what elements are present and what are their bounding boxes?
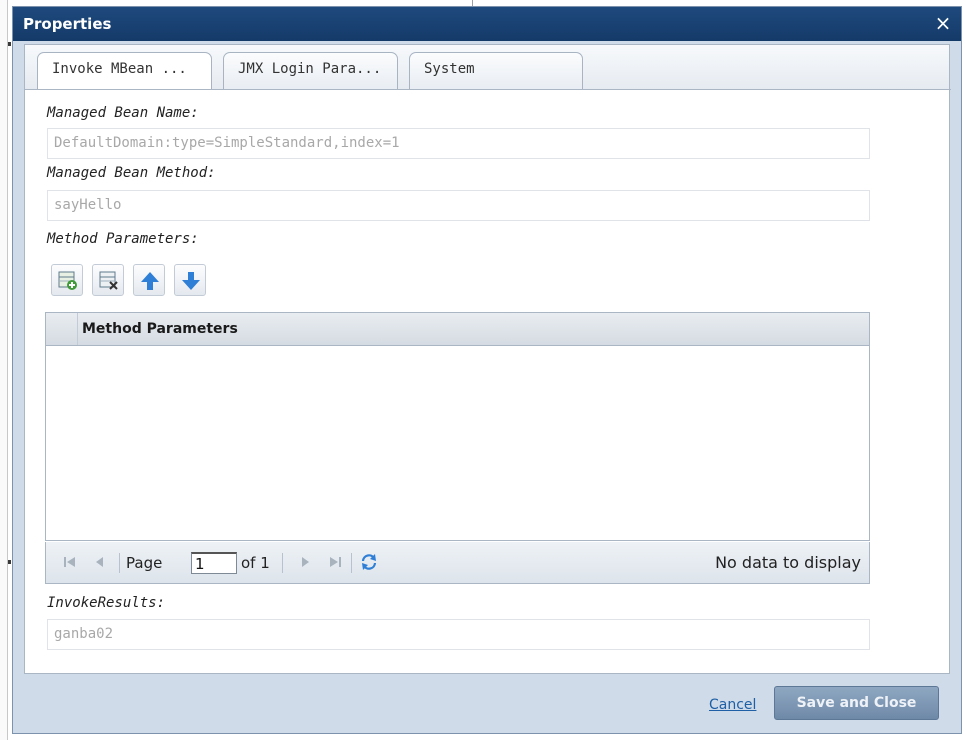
- cancel-link[interactable]: Cancel: [709, 697, 756, 713]
- grid-header: Method Parameters: [46, 313, 869, 346]
- close-icon[interactable]: ×: [931, 11, 955, 35]
- invoke-results-label: InvokeResults:: [47, 595, 166, 611]
- managed-bean-name-field[interactable]: DefaultDomain:type=SimpleStandard,index=…: [47, 128, 870, 159]
- background-window-edge: [0, 0, 8, 740]
- invoke-results-field[interactable]: ganba02: [47, 619, 870, 650]
- method-parameters-label: Method Parameters:: [47, 231, 199, 247]
- add-row-icon: [58, 271, 77, 290]
- move-down-icon: [182, 272, 200, 290]
- pager-separator: [119, 553, 120, 573]
- tab-strip: Invoke MBean ... JMX Login Para... Syste…: [24, 44, 951, 91]
- pager-separator: [351, 553, 352, 573]
- move-down-button[interactable]: [174, 264, 206, 296]
- managed-bean-method-label: Managed Bean Method:: [47, 165, 216, 181]
- managed-bean-name-label: Managed Bean Name:: [47, 105, 199, 121]
- delete-parameter-button[interactable]: [92, 264, 124, 296]
- move-up-icon: [141, 272, 159, 290]
- method-parameters-column-header[interactable]: Method Parameters: [82, 321, 238, 337]
- delete-row-icon: [99, 271, 118, 290]
- dialog-footer: Cancel Save and Close: [13, 675, 961, 733]
- save-and-close-button[interactable]: Save and Close: [774, 686, 939, 720]
- page-label: Page: [126, 554, 163, 572]
- move-up-button[interactable]: [133, 264, 165, 296]
- dialog-title: Properties: [23, 15, 112, 33]
- previous-page-icon[interactable]: [90, 552, 110, 572]
- next-page-icon[interactable]: [295, 552, 315, 572]
- tab-system[interactable]: System: [409, 52, 583, 90]
- tab-invoke-mbean[interactable]: Invoke MBean ...: [37, 52, 212, 91]
- last-page-icon[interactable]: [325, 552, 345, 572]
- dialog-titlebar[interactable]: Properties ×: [13, 7, 961, 41]
- first-page-icon[interactable]: [60, 552, 80, 572]
- properties-dialog: Properties × Invoke MBean ... JMX Login …: [12, 6, 962, 734]
- background-mark: [8, 42, 11, 46]
- add-parameter-button[interactable]: [51, 264, 83, 296]
- refresh-icon[interactable]: [359, 552, 379, 572]
- page-number-input[interactable]: 1: [191, 552, 237, 574]
- row-number-header: [46, 313, 78, 345]
- tab-jmx-login-parameters[interactable]: JMX Login Para...: [223, 52, 398, 90]
- background-mark: [8, 560, 11, 564]
- pager-separator: [282, 553, 283, 573]
- invoke-mbean-panel: Managed Bean Name: DefaultDomain:type=Si…: [24, 89, 950, 674]
- managed-bean-method-field[interactable]: sayHello: [47, 190, 870, 221]
- pagination-bar: Page 1 of 1 No data to display: [45, 542, 870, 584]
- method-parameters-grid: Method Parameters: [45, 312, 870, 541]
- page-count-label: of 1: [241, 554, 270, 572]
- no-data-message: No data to display: [715, 553, 861, 572]
